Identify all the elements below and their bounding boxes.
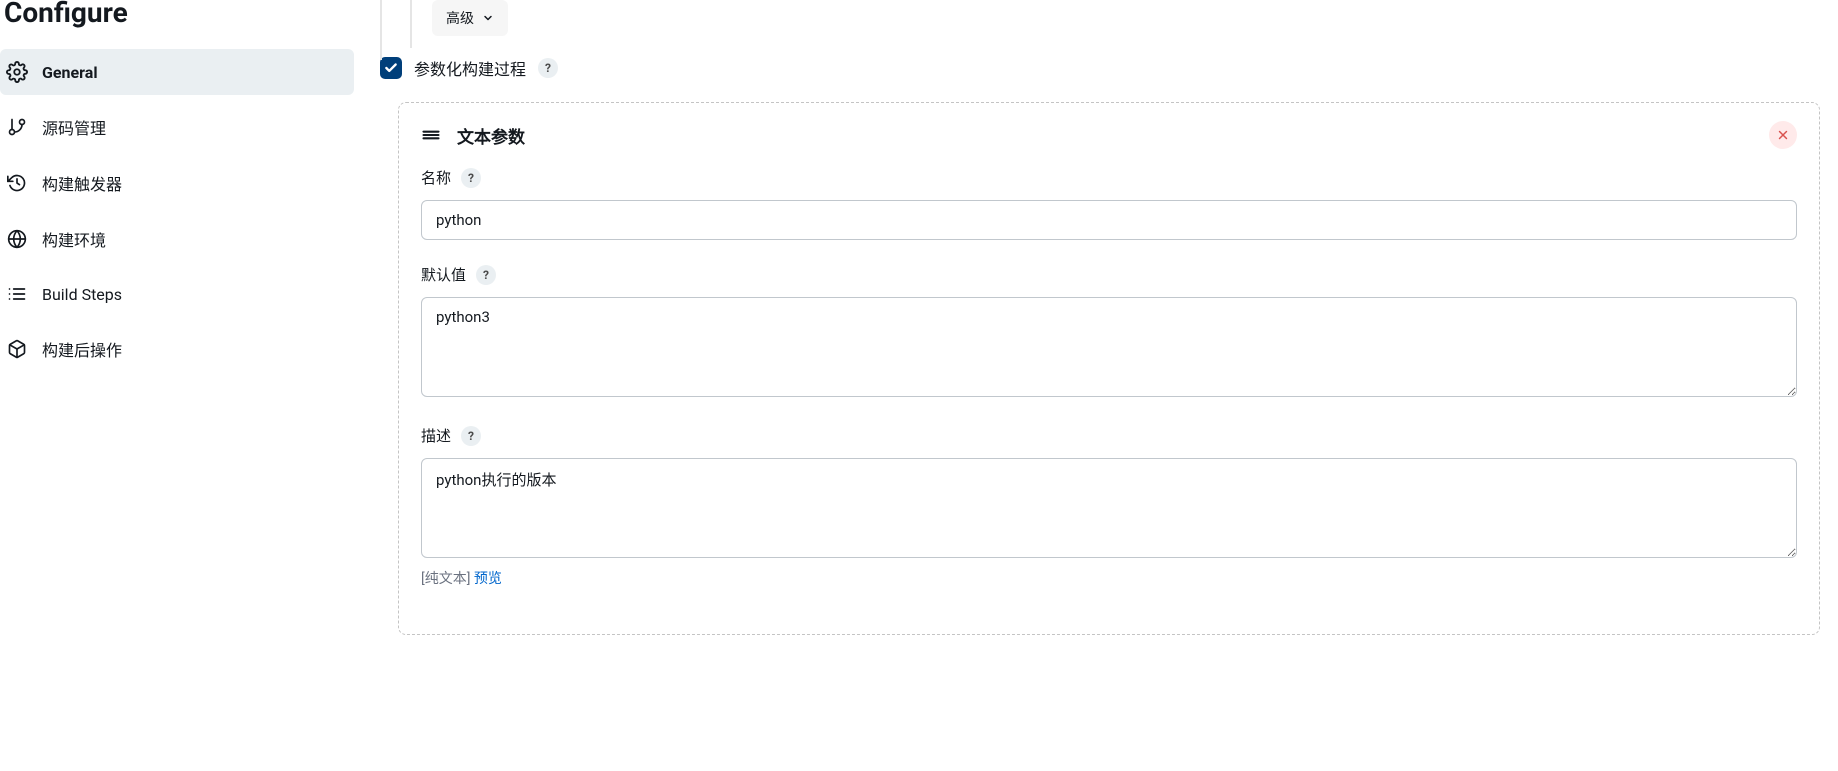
default-textarea[interactable] — [421, 297, 1797, 397]
sidebar-item-source[interactable]: 源码管理 — [0, 103, 354, 151]
preview-link[interactable]: 预览 — [474, 571, 502, 587]
sidebar: Configure General 源码管理 构建触发器 — [0, 0, 380, 771]
sidebar-item-general[interactable]: General — [0, 49, 354, 95]
help-icon[interactable]: ? — [476, 265, 496, 285]
advanced-label: 高级 — [446, 8, 474, 28]
parameterized-checkbox[interactable] — [380, 57, 402, 79]
delete-button[interactable] — [1769, 121, 1797, 149]
sidebar-item-label: 构建触发器 — [42, 171, 122, 195]
help-icon[interactable]: ? — [538, 58, 558, 78]
sidebar-item-label: 构建后操作 — [42, 337, 122, 361]
divider — [380, 0, 382, 60]
help-icon[interactable]: ? — [461, 426, 481, 446]
branch-icon — [6, 116, 28, 138]
top-row: 高级 — [380, 0, 1820, 56]
description-footer: [纯文本] 预览 — [421, 568, 1797, 588]
sidebar-item-environment[interactable]: 构建环境 — [0, 215, 354, 263]
divider — [410, 0, 412, 48]
name-label: 名称 — [421, 167, 451, 188]
check-icon — [384, 61, 398, 75]
package-icon — [6, 338, 28, 360]
panel-title: 文本参数 — [457, 123, 525, 148]
text-parameter-panel: 文本参数 名称 ? 默认值 ? — [398, 102, 1820, 635]
parameterized-label: 参数化构建过程 — [414, 56, 526, 80]
default-group: 默认值 ? — [421, 264, 1797, 401]
chevron-down-icon — [482, 12, 494, 24]
drag-handle-icon[interactable] — [421, 125, 441, 145]
description-label: 描述 — [421, 425, 451, 446]
list-icon — [6, 283, 28, 305]
sidebar-item-label: Build Steps — [42, 285, 122, 304]
description-textarea[interactable] — [421, 458, 1797, 558]
default-label: 默认值 — [421, 264, 466, 285]
help-icon[interactable]: ? — [461, 168, 481, 188]
advanced-button[interactable]: 高级 — [432, 0, 508, 36]
sidebar-item-triggers[interactable]: 构建触发器 — [0, 159, 354, 207]
clock-icon — [6, 172, 28, 194]
gear-icon — [6, 61, 28, 83]
sidebar-item-label: 构建环境 — [42, 227, 106, 251]
name-input[interactable] — [421, 200, 1797, 240]
globe-icon — [6, 228, 28, 250]
name-group: 名称 ? — [421, 167, 1797, 240]
sidebar-item-label: General — [42, 63, 98, 82]
sidebar-item-build-steps[interactable]: Build Steps — [0, 271, 354, 317]
sidebar-nav: General 源码管理 构建触发器 构建环境 — [0, 49, 370, 373]
description-group: 描述 ? [纯文本] 预览 — [421, 425, 1797, 588]
sidebar-item-post-build[interactable]: 构建后操作 — [0, 325, 354, 373]
panel-header: 文本参数 — [421, 121, 1797, 149]
sidebar-item-label: 源码管理 — [42, 115, 106, 139]
close-icon — [1776, 128, 1790, 142]
page-title: Configure — [0, 0, 370, 49]
plain-text-label: [纯文本] — [421, 571, 470, 587]
main-content: 高级 参数化构建过程 ? 文本参数 — [380, 0, 1820, 771]
parameterized-row: 参数化构建过程 ? — [380, 56, 1820, 80]
